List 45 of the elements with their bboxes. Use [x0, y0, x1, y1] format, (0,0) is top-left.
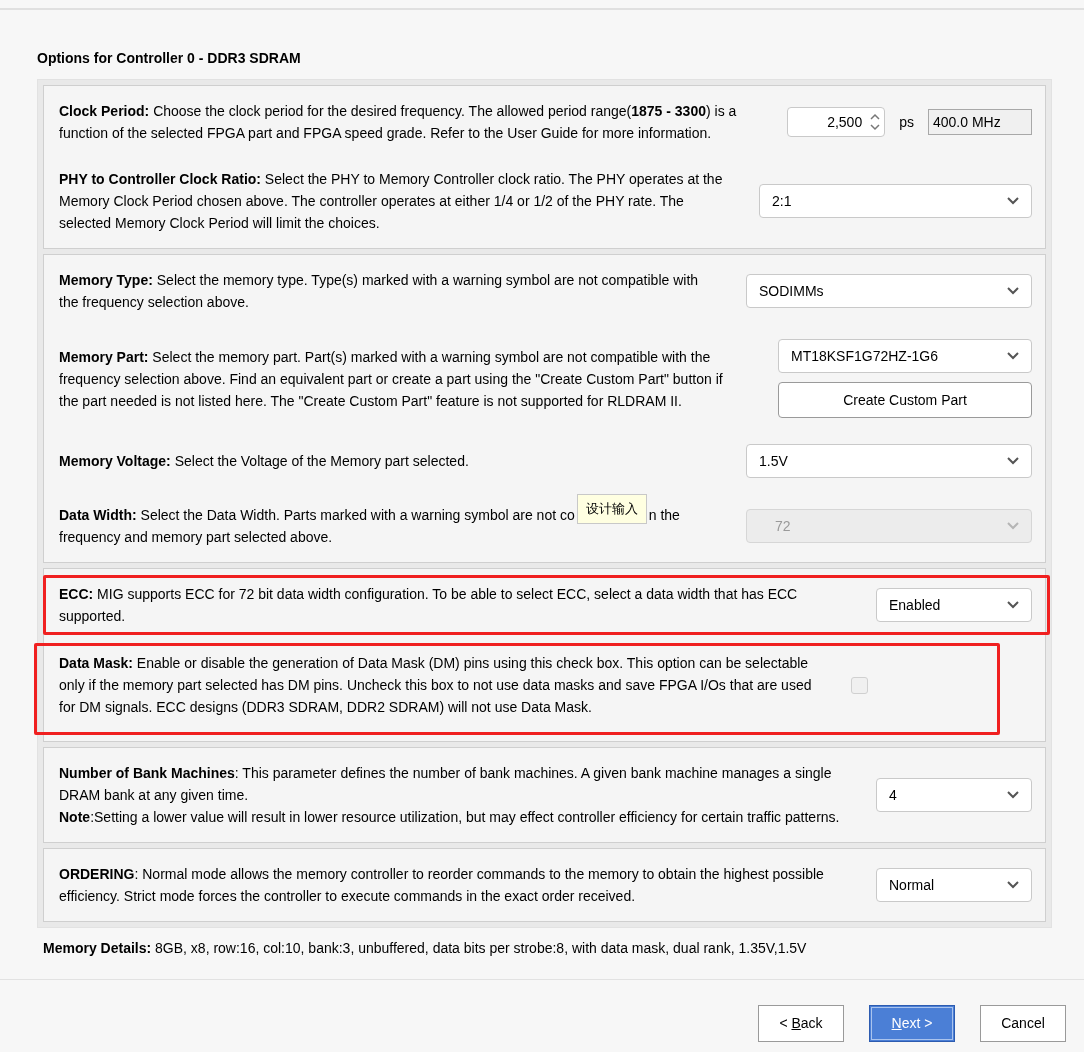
dropdown-value: 72 — [774, 516, 791, 536]
chevron-down-icon — [1007, 352, 1019, 360]
option-description: Memory Part: Select the memory part. Part(s) marked with a warning symbol are not compatible with the frequency selection above. Find an equivalent part or create a part using the "Create Custom Part" button if the part needed is not listed here. The "Create Custom Part" feature is not supported for RLDRAM II. — [59, 347, 724, 411]
dropdown-value: 2:1 — [772, 191, 792, 211]
chevron-down-icon — [1007, 522, 1019, 530]
dropdown[interactable]: 1.5V — [746, 444, 1032, 478]
dropdown[interactable]: Enabled — [876, 588, 1032, 622]
spinner-field[interactable]: 2,500 — [787, 107, 886, 137]
tooltip: 设计输入 — [576, 494, 647, 524]
dropdown[interactable]: SODIMMs — [746, 274, 1032, 308]
chevron-down-icon — [1007, 601, 1019, 609]
dropdown-value: Normal — [889, 875, 935, 895]
dialog-button[interactable]: Cancel — [980, 1005, 1066, 1042]
dialog-button[interactable]: < Back — [758, 1005, 844, 1042]
chevron-down-icon — [1007, 881, 1019, 889]
chevron-down-icon — [1007, 287, 1019, 295]
chevron-down-icon — [1007, 791, 1019, 799]
section-title: Options for Controller 0 - DDR3 SDRAM — [37, 49, 302, 68]
up-down-arrows-icon — [870, 112, 881, 132]
frequency-field: 400.0 MHz — [928, 109, 1032, 135]
create-custom-part-button[interactable]: Create Custom Part — [778, 382, 1032, 418]
dropdown[interactable]: 4 — [876, 778, 1032, 812]
option-description: Clock Period: Choose the clock period for the desired frequency. The allowed period range(1875 - 3300) is a function of the selected FPGA part and FPGA speed grade. Refer to the User Guide for more information. — [59, 102, 738, 143]
dropdown[interactable]: 2:1 — [759, 184, 1032, 218]
unit-label: ps — [898, 112, 915, 132]
chevron-down-icon — [1007, 197, 1019, 205]
option-description: Memory Type: Select the memory type. Type(s) marked with a warning symbol are not compatible with the frequency selection above. — [59, 271, 700, 312]
chevron-down-icon — [1007, 457, 1019, 465]
option-description: ORDERING: Normal mode allows the memory controller to reorder commands to the memory to obtain the highest possible efficiency. Strict mode forces the controller to execute commands in the exact order received. — [59, 865, 825, 906]
dropdown-value: Enabled — [889, 595, 941, 615]
dropdown-value: 4 — [889, 785, 897, 805]
option-description: Number of Bank Machines: This parameter defines the number of bank machines. A given bank machine manages a single DRAM bank at any given time. — [59, 764, 833, 805]
option-description: Memory Voltage: Select the Voltage of the Memory part selected. — [59, 452, 470, 471]
memory-details: Memory Details: 8GB, x8, row:16, col:10, bank:3, unbuffered, data bits per strobe:8, with data mask, dual rank, 1.35V,1.5V — [42, 939, 808, 958]
option-description: PHY to Controller Clock Ratio: Select the PHY to Memory Controller clock ratio. The PHY operates at the Memory Clock Period chosen above. The controller operates at either 1/4 or 1/2 of the PHY rate. The selected Memory Clock Period will limit the choices. — [59, 170, 723, 233]
option-description: Data Mask: Enable or disable the generation of Data Mask (DM) pins using this check box. This option can be selectable only if the memory part selected has DM pins. Uncheck this box to not use data masks and save FPGA I/Os that are used for DM signals. ECC designs (DDR3 SDRAM, DDR2 SDRAM) will not use Data Mask. — [59, 654, 813, 717]
spinner-value: 2,500 — [827, 112, 863, 132]
dropdown-value: SODIMMs — [759, 281, 824, 301]
next-button[interactable]: Next > — [869, 1005, 955, 1042]
dropdown-value: MT18KSF1G72HZ-1G6 — [791, 346, 939, 366]
dropdown[interactable]: MT18KSF1G72HZ-1G6 — [778, 339, 1032, 373]
dropdown-value: 1.5V — [759, 451, 788, 471]
option-description: Note:Setting a lower value will result in lower resource utilization, but may effect controller efficiency for certain traffic patterns. — [59, 808, 840, 827]
dropdown[interactable]: Normal — [876, 868, 1032, 902]
option-description: ECC: MIG supports ECC for 72 bit data width configuration. To be able to select ECC, select a data width that has ECC supported. — [59, 585, 799, 626]
